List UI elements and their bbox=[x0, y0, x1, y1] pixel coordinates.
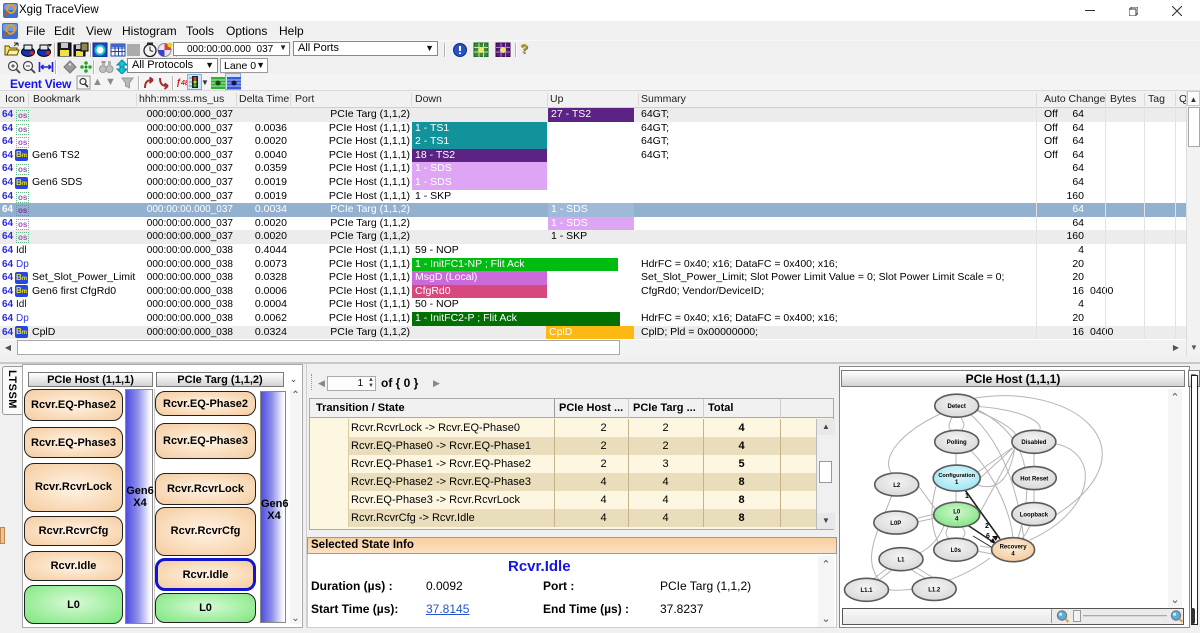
svg-text:Polling: Polling bbox=[947, 440, 967, 446]
svg-text:L0s: L0s bbox=[951, 548, 962, 554]
svg-text:L1: L1 bbox=[897, 558, 905, 564]
svg-text:Disabled: Disabled bbox=[1021, 440, 1046, 446]
svg-text:L0P: L0P bbox=[890, 521, 901, 527]
svg-text:Detect: Detect bbox=[948, 404, 966, 410]
svg-text:1: 1 bbox=[965, 493, 969, 500]
svg-text:Loopback: Loopback bbox=[1020, 513, 1049, 519]
svg-text:2: 2 bbox=[985, 523, 989, 530]
svg-text:L0: L0 bbox=[953, 510, 961, 516]
svg-text:Recovery: Recovery bbox=[1000, 545, 1028, 551]
svg-text:L2: L2 bbox=[893, 483, 901, 489]
svg-text:Hot Reset: Hot Reset bbox=[1020, 477, 1048, 483]
svg-text:L1.2: L1.2 bbox=[928, 588, 941, 594]
svg-text:Configuration: Configuration bbox=[938, 473, 975, 479]
svg-text:L1.1: L1.1 bbox=[860, 588, 873, 594]
svg-text:6: 6 bbox=[986, 533, 990, 540]
